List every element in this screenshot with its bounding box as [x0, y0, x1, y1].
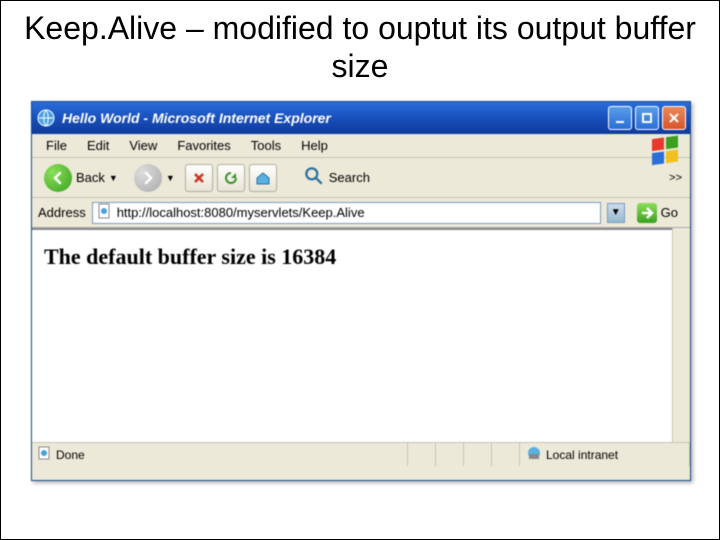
- close-button[interactable]: [662, 106, 686, 130]
- intranet-icon: [526, 445, 542, 464]
- stop-button[interactable]: [185, 164, 213, 192]
- address-field[interactable]: [92, 202, 601, 224]
- search-button[interactable]: Search: [297, 162, 376, 194]
- page-body-text: The default buffer size is 16384: [44, 244, 336, 269]
- go-button[interactable]: Go: [631, 202, 684, 224]
- back-label: Back: [76, 170, 105, 185]
- status-pane-1: [408, 443, 436, 466]
- ie-icon: [36, 108, 56, 128]
- back-icon: [44, 164, 72, 192]
- maximize-button[interactable]: [635, 106, 659, 130]
- menu-help[interactable]: Help: [291, 136, 338, 155]
- menu-tools[interactable]: Tools: [241, 136, 291, 155]
- minimize-button[interactable]: [608, 106, 632, 130]
- slide-title: Keep.Alive – modified to ouptut its outp…: [1, 1, 719, 90]
- address-dropdown-button[interactable]: ▼: [607, 203, 625, 223]
- refresh-button[interactable]: [217, 164, 245, 192]
- menu-edit[interactable]: Edit: [77, 136, 119, 155]
- status-done: Done: [32, 443, 408, 466]
- done-icon: [38, 446, 52, 463]
- go-arrow-icon: [637, 203, 657, 223]
- titlebar: Hello World - Microsoft Internet Explore…: [32, 102, 690, 134]
- browser-window: Hello World - Microsoft Internet Explore…: [31, 101, 691, 481]
- vertical-scrollbar[interactable]: [672, 228, 690, 442]
- status-zone: Local intranet: [520, 443, 690, 466]
- forward-icon: [134, 164, 162, 192]
- back-button[interactable]: Back ▼: [38, 162, 124, 194]
- status-pane-4: [492, 443, 520, 466]
- toolbar: Back ▼ ▼ Search >>: [32, 158, 690, 198]
- address-label: Address: [38, 205, 86, 220]
- status-zone-text: Local intranet: [546, 448, 618, 462]
- go-label: Go: [661, 205, 678, 220]
- menubar: File Edit View Favorites Tools Help: [32, 134, 690, 158]
- menu-file[interactable]: File: [36, 136, 77, 155]
- titlebar-text: Hello World - Microsoft Internet Explore…: [62, 110, 608, 126]
- status-pane-2: [436, 443, 464, 466]
- menu-favorites[interactable]: Favorites: [167, 136, 240, 155]
- status-pane-3: [464, 443, 492, 466]
- statusbar: Done Local intranet: [32, 442, 690, 466]
- home-button[interactable]: [249, 164, 277, 192]
- page-icon: [97, 203, 113, 222]
- windows-logo-icon: [646, 134, 686, 174]
- addressbar: Address ▼ Go: [32, 198, 690, 228]
- page-content: The default buffer size is 16384: [32, 228, 690, 442]
- search-label: Search: [329, 170, 370, 185]
- search-icon: [303, 165, 325, 190]
- address-input[interactable]: [117, 205, 596, 220]
- window-controls: [608, 106, 686, 130]
- forward-dropdown-icon[interactable]: ▼: [166, 173, 175, 183]
- back-dropdown-icon[interactable]: ▼: [109, 173, 118, 183]
- chevron-down-icon: ▼: [611, 207, 621, 218]
- menu-view[interactable]: View: [119, 136, 167, 155]
- status-done-text: Done: [56, 448, 85, 462]
- forward-button[interactable]: ▼: [128, 162, 181, 194]
